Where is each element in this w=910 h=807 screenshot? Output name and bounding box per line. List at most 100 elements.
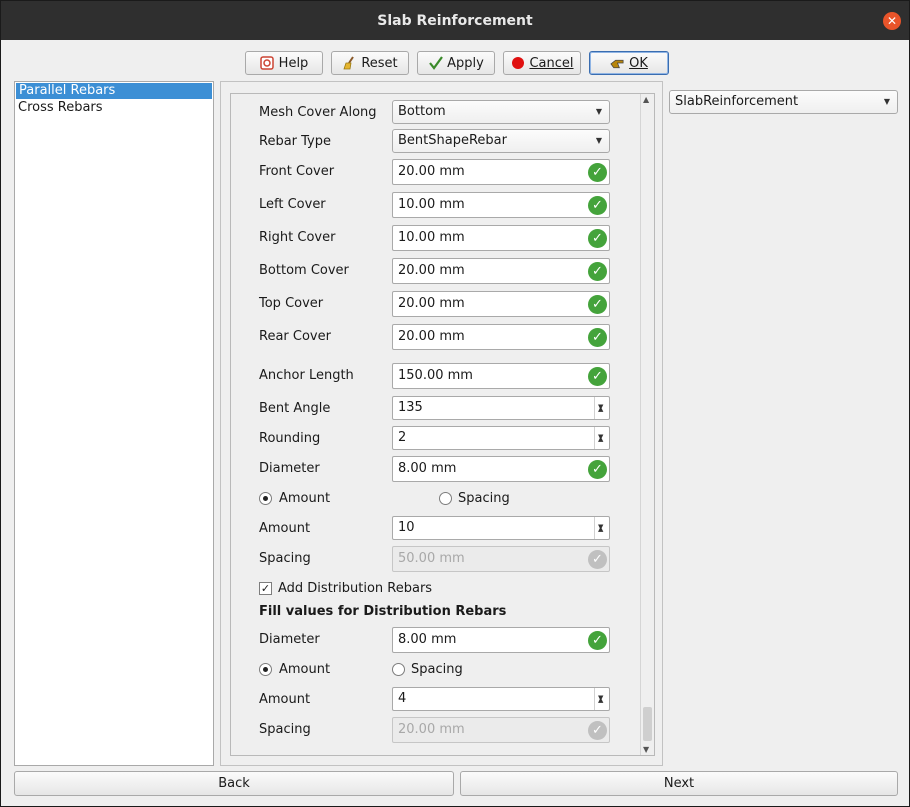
help-button[interactable]: Help [245, 51, 323, 75]
reset-label: Reset [361, 55, 398, 71]
dist-spacing-row: Spacing 20.00 mm ✓ [259, 717, 610, 743]
chevron-down-icon: ▼ [883, 97, 890, 106]
rear-cover-input[interactable]: 20.00 mm ✓ [392, 324, 610, 350]
checkmark-icon [428, 56, 443, 71]
ok-label: OK [629, 55, 648, 71]
dist-diameter-label: Diameter [259, 632, 320, 647]
dist-amount-radio[interactable] [259, 663, 272, 676]
slab-reinforcement-dialog: Slab Reinforcement ✕ Help Reset Apply Ca… [0, 0, 910, 807]
front-cover-input[interactable]: 20.00 mm ✓ [392, 159, 610, 185]
rebar-type-list: Parallel Rebars Cross Rebars [14, 81, 214, 766]
spin-buttons[interactable]: ▲ ▼ [594, 427, 609, 449]
spin-down-icon[interactable]: ▼ [598, 426, 603, 448]
right-cover-label: Right Cover [259, 230, 336, 245]
rear-cover-row: Rear Cover 20.00 mm ✓ [259, 324, 610, 350]
anchor-length-label: Anchor Length [259, 368, 354, 383]
window-title: Slab Reinforcement [377, 12, 533, 29]
chevron-down-icon: ▼ [595, 136, 602, 145]
left-cover-label: Left Cover [259, 197, 326, 212]
bent-angle-spinbox[interactable]: 135 ▲ ▼ [392, 396, 610, 420]
top-cover-input[interactable]: 20.00 mm ✓ [392, 291, 610, 317]
right-cover-row: Right Cover 10.00 mm ✓ [259, 225, 610, 251]
valid-check-icon: ✓ [588, 229, 607, 248]
spin-down-icon[interactable]: ▼ [598, 516, 603, 538]
dist-diameter-input[interactable]: 8.00 mm ✓ [392, 627, 610, 653]
bottom-cover-row: Bottom Cover 20.00 mm ✓ [259, 258, 610, 284]
spacing-input: 50.00 mm ✓ [392, 546, 610, 572]
scrollbar-thumb[interactable] [643, 707, 652, 741]
amount-label: Amount [259, 521, 311, 536]
dist-diameter-value: 8.00 mm [398, 632, 457, 647]
valid-check-icon: ✓ [588, 460, 607, 479]
right-cover-value: 10.00 mm [398, 230, 465, 245]
close-button[interactable]: ✕ [883, 12, 901, 30]
right-cover-input[interactable]: 10.00 mm ✓ [392, 225, 610, 251]
rebar-type-value: BentShapeRebar [398, 133, 507, 148]
spacing-radio[interactable] [439, 492, 452, 505]
left-cover-input[interactable]: 10.00 mm ✓ [392, 192, 610, 218]
list-item-cross-rebars[interactable]: Cross Rebars [15, 100, 213, 116]
scroll-up-icon[interactable]: ▲ [643, 95, 649, 104]
valid-check-icon: ✓ [588, 328, 607, 347]
valid-check-icon: ✓ [588, 367, 607, 386]
front-cover-row: Front Cover 20.00 mm ✓ [259, 159, 610, 185]
next-button[interactable]: Next [460, 771, 898, 796]
mesh-cover-value: Bottom [398, 104, 446, 119]
spacing-value: 50.00 mm [398, 551, 465, 566]
rounding-row: Rounding 2 ▲ ▼ [259, 426, 610, 452]
form-scrollbar[interactable]: ▲ ▼ [640, 94, 654, 755]
bent-angle-value: 135 [398, 400, 423, 415]
back-button[interactable]: Back [14, 771, 454, 796]
rounding-value: 2 [398, 430, 407, 445]
apply-label: Apply [447, 55, 484, 71]
help-icon [260, 56, 275, 71]
ok-button[interactable]: OK [589, 51, 669, 75]
amount-radio[interactable] [259, 492, 272, 505]
spin-buttons[interactable]: ▲ ▼ [594, 517, 609, 539]
amount-spinbox[interactable]: 10 ▲ ▼ [392, 516, 610, 540]
left-cover-row: Left Cover 10.00 mm ✓ [259, 192, 610, 218]
form-scroll-area: Mesh Cover Along Bottom ▼ Rebar Type Ben… [230, 93, 655, 756]
rebar-type-row: Rebar Type BentShapeRebar ▼ [259, 129, 610, 155]
cancel-button[interactable]: Cancel [503, 51, 581, 75]
bottom-cover-value: 20.00 mm [398, 263, 465, 278]
list-item-parallel-rebars[interactable]: Parallel Rebars [16, 83, 212, 99]
spin-down-icon[interactable]: ▼ [598, 687, 603, 709]
valid-check-icon: ✓ [588, 550, 607, 569]
spin-buttons[interactable]: ▲ ▼ [594, 688, 609, 710]
scroll-down-icon[interactable]: ▼ [643, 745, 649, 754]
spin-buttons[interactable]: ▲ ▼ [594, 397, 609, 419]
spacing-label: Spacing [259, 551, 311, 566]
dist-amount-spinbox[interactable]: 4 ▲ ▼ [392, 687, 610, 711]
rounding-spinbox[interactable]: 2 ▲ ▼ [392, 426, 610, 450]
cancel-label: Cancel [529, 55, 574, 71]
dist-spacing-value: 20.00 mm [398, 722, 465, 737]
dist-diameter-row: Diameter 8.00 mm ✓ [259, 627, 610, 653]
broom-icon [342, 56, 357, 71]
next-label: Next [663, 776, 695, 791]
close-icon: ✕ [886, 14, 898, 28]
spin-down-icon[interactable]: ▼ [598, 396, 603, 418]
mesh-cover-select[interactable]: Bottom ▼ [392, 100, 610, 124]
diameter-input[interactable]: 8.00 mm ✓ [392, 456, 610, 482]
title-bar: Slab Reinforcement ✕ [1, 1, 909, 40]
spacing-radio-label: Spacing [458, 491, 510, 506]
reset-button[interactable]: Reset [331, 51, 409, 75]
object-select[interactable]: SlabReinforcement ▼ [669, 90, 898, 114]
rebar-type-select[interactable]: BentShapeRebar ▼ [392, 129, 610, 153]
dist-spacing-radio[interactable] [392, 663, 405, 676]
scrollbar-track[interactable] [643, 108, 652, 741]
dist-mode-radio-group: Amount Spacing [259, 661, 599, 679]
add-distribution-label: Add Distribution Rebars [278, 581, 433, 596]
bottom-cover-input[interactable]: 20.00 mm ✓ [392, 258, 610, 284]
valid-check-icon: ✓ [588, 721, 607, 740]
add-distribution-row: ✓ Add Distribution Rebars [259, 580, 599, 598]
anchor-length-row: Anchor Length 150.00 mm ✓ [259, 363, 610, 389]
distribution-section-title: Fill values for Distribution Rebars [259, 604, 507, 619]
mode-radio-group: Amount Spacing [259, 490, 599, 508]
spacing-row: Spacing 50.00 mm ✓ [259, 546, 610, 572]
rounding-label: Rounding [259, 431, 321, 446]
add-distribution-checkbox[interactable]: ✓ [259, 582, 272, 595]
anchor-length-input[interactable]: 150.00 mm ✓ [392, 363, 610, 389]
apply-button[interactable]: Apply [417, 51, 495, 75]
